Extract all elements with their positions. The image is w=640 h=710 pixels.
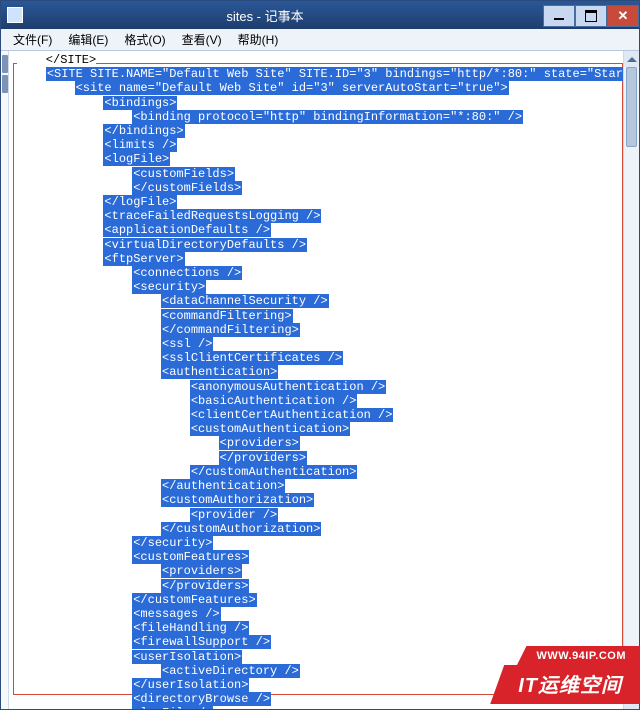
watermark-bar: IT运维空间 bbox=[490, 665, 640, 704]
code-line[interactable]: <site name="Default Web Site" id="3" ser… bbox=[17, 81, 619, 95]
margin-thumb bbox=[2, 55, 8, 73]
code-line[interactable]: <fileHandling /> bbox=[17, 621, 619, 635]
code-line[interactable]: </customAuthentication> bbox=[17, 465, 619, 479]
code-line[interactable]: </providers> bbox=[17, 451, 619, 465]
code-line[interactable]: <sslClientCertificates /> bbox=[17, 351, 619, 365]
code-line[interactable]: </commandFiltering> bbox=[17, 323, 619, 337]
code-line[interactable]: <providers> bbox=[17, 436, 619, 450]
code-line[interactable]: <binding protocol="http" bindingInformat… bbox=[17, 110, 619, 124]
code-line[interactable]: <virtualDirectoryDefaults /> bbox=[17, 238, 619, 252]
vertical-scrollbar[interactable] bbox=[623, 51, 639, 709]
code-line[interactable]: <authentication> bbox=[17, 365, 619, 379]
editor[interactable]: </SITE> <SITE SITE.NAME="Default Web Sit… bbox=[9, 51, 639, 709]
menubar: 文件(F) 编辑(E) 格式(O) 查看(V) 帮助(H) bbox=[1, 29, 639, 51]
app-window: sites - 记事本 ✕ 文件(F) 编辑(E) 格式(O) 查看(V) 帮助… bbox=[0, 0, 640, 710]
code-line[interactable]: </security> bbox=[17, 536, 619, 550]
code-line[interactable]: <ssl /> bbox=[17, 337, 619, 351]
code-line[interactable]: <dataChannelSecurity /> bbox=[17, 294, 619, 308]
close-button[interactable]: ✕ bbox=[607, 5, 639, 27]
window-controls: ✕ bbox=[543, 3, 639, 27]
menu-view[interactable]: 查看(V) bbox=[174, 29, 230, 50]
code-line[interactable]: <anonymousAuthentication /> bbox=[17, 380, 619, 394]
scroll-thumb[interactable] bbox=[626, 67, 637, 147]
code-line[interactable]: </customFeatures> bbox=[17, 593, 619, 607]
code-line[interactable]: <logFile> bbox=[17, 152, 619, 166]
scroll-track[interactable] bbox=[624, 67, 639, 693]
code-line[interactable]: </authentication> bbox=[17, 479, 619, 493]
margin-thumb bbox=[2, 75, 8, 93]
code-line[interactable]: </customFields> bbox=[17, 181, 619, 195]
code-line[interactable]: <bindings> bbox=[17, 96, 619, 110]
code-line[interactable]: <customFields> bbox=[17, 167, 619, 181]
code-line[interactable]: <customFeatures> bbox=[17, 550, 619, 564]
window-title: sites - 记事本 bbox=[1, 6, 529, 25]
maximize-button[interactable] bbox=[575, 5, 607, 27]
content-area: </SITE> <SITE SITE.NAME="Default Web Sit… bbox=[1, 51, 639, 709]
margin-gutter bbox=[1, 51, 9, 709]
code-line[interactable]: <traceFailedRequestsLogging /> bbox=[17, 209, 619, 223]
code-line[interactable]: <security> bbox=[17, 280, 619, 294]
code-line[interactable]: <connections /> bbox=[17, 266, 619, 280]
code-line[interactable]: <clientCertAuthentication /> bbox=[17, 408, 619, 422]
code-line[interactable]: <SITE SITE.NAME="Default Web Site" SITE.… bbox=[17, 67, 619, 81]
watermark-badge: WWW.94IP.COM bbox=[516, 646, 640, 666]
code-text[interactable]: </SITE> <SITE SITE.NAME="Default Web Sit… bbox=[17, 53, 619, 709]
code-line[interactable]: <customAuthentication> bbox=[17, 422, 619, 436]
scroll-up-button[interactable] bbox=[624, 51, 639, 67]
code-line[interactable]: <messages /> bbox=[17, 607, 619, 621]
code-line[interactable]: </bindings> bbox=[17, 124, 619, 138]
code-line[interactable]: <provider /> bbox=[17, 508, 619, 522]
code-line[interactable]: <basicAuthentication /> bbox=[17, 394, 619, 408]
menu-edit[interactable]: 编辑(E) bbox=[60, 29, 116, 50]
code-line[interactable]: <commandFiltering> bbox=[17, 309, 619, 323]
code-line[interactable]: </SITE> bbox=[17, 53, 619, 67]
menu-format[interactable]: 格式(O) bbox=[116, 29, 173, 50]
code-line[interactable]: <logFile /> bbox=[17, 706, 619, 709]
code-line[interactable]: <applicationDefaults /> bbox=[17, 223, 619, 237]
code-line[interactable]: </logFile> bbox=[17, 195, 619, 209]
code-line[interactable]: <providers> bbox=[17, 564, 619, 578]
menu-help[interactable]: 帮助(H) bbox=[230, 29, 287, 50]
code-line[interactable]: <customAuthorization> bbox=[17, 493, 619, 507]
code-line[interactable]: </providers> bbox=[17, 579, 619, 593]
menu-file[interactable]: 文件(F) bbox=[5, 29, 60, 50]
code-line[interactable]: <limits /> bbox=[17, 138, 619, 152]
titlebar[interactable]: sites - 记事本 ✕ bbox=[1, 1, 639, 29]
minimize-button[interactable] bbox=[543, 5, 575, 27]
code-line[interactable]: <ftpServer> bbox=[17, 252, 619, 266]
code-line[interactable]: </customAuthorization> bbox=[17, 522, 619, 536]
